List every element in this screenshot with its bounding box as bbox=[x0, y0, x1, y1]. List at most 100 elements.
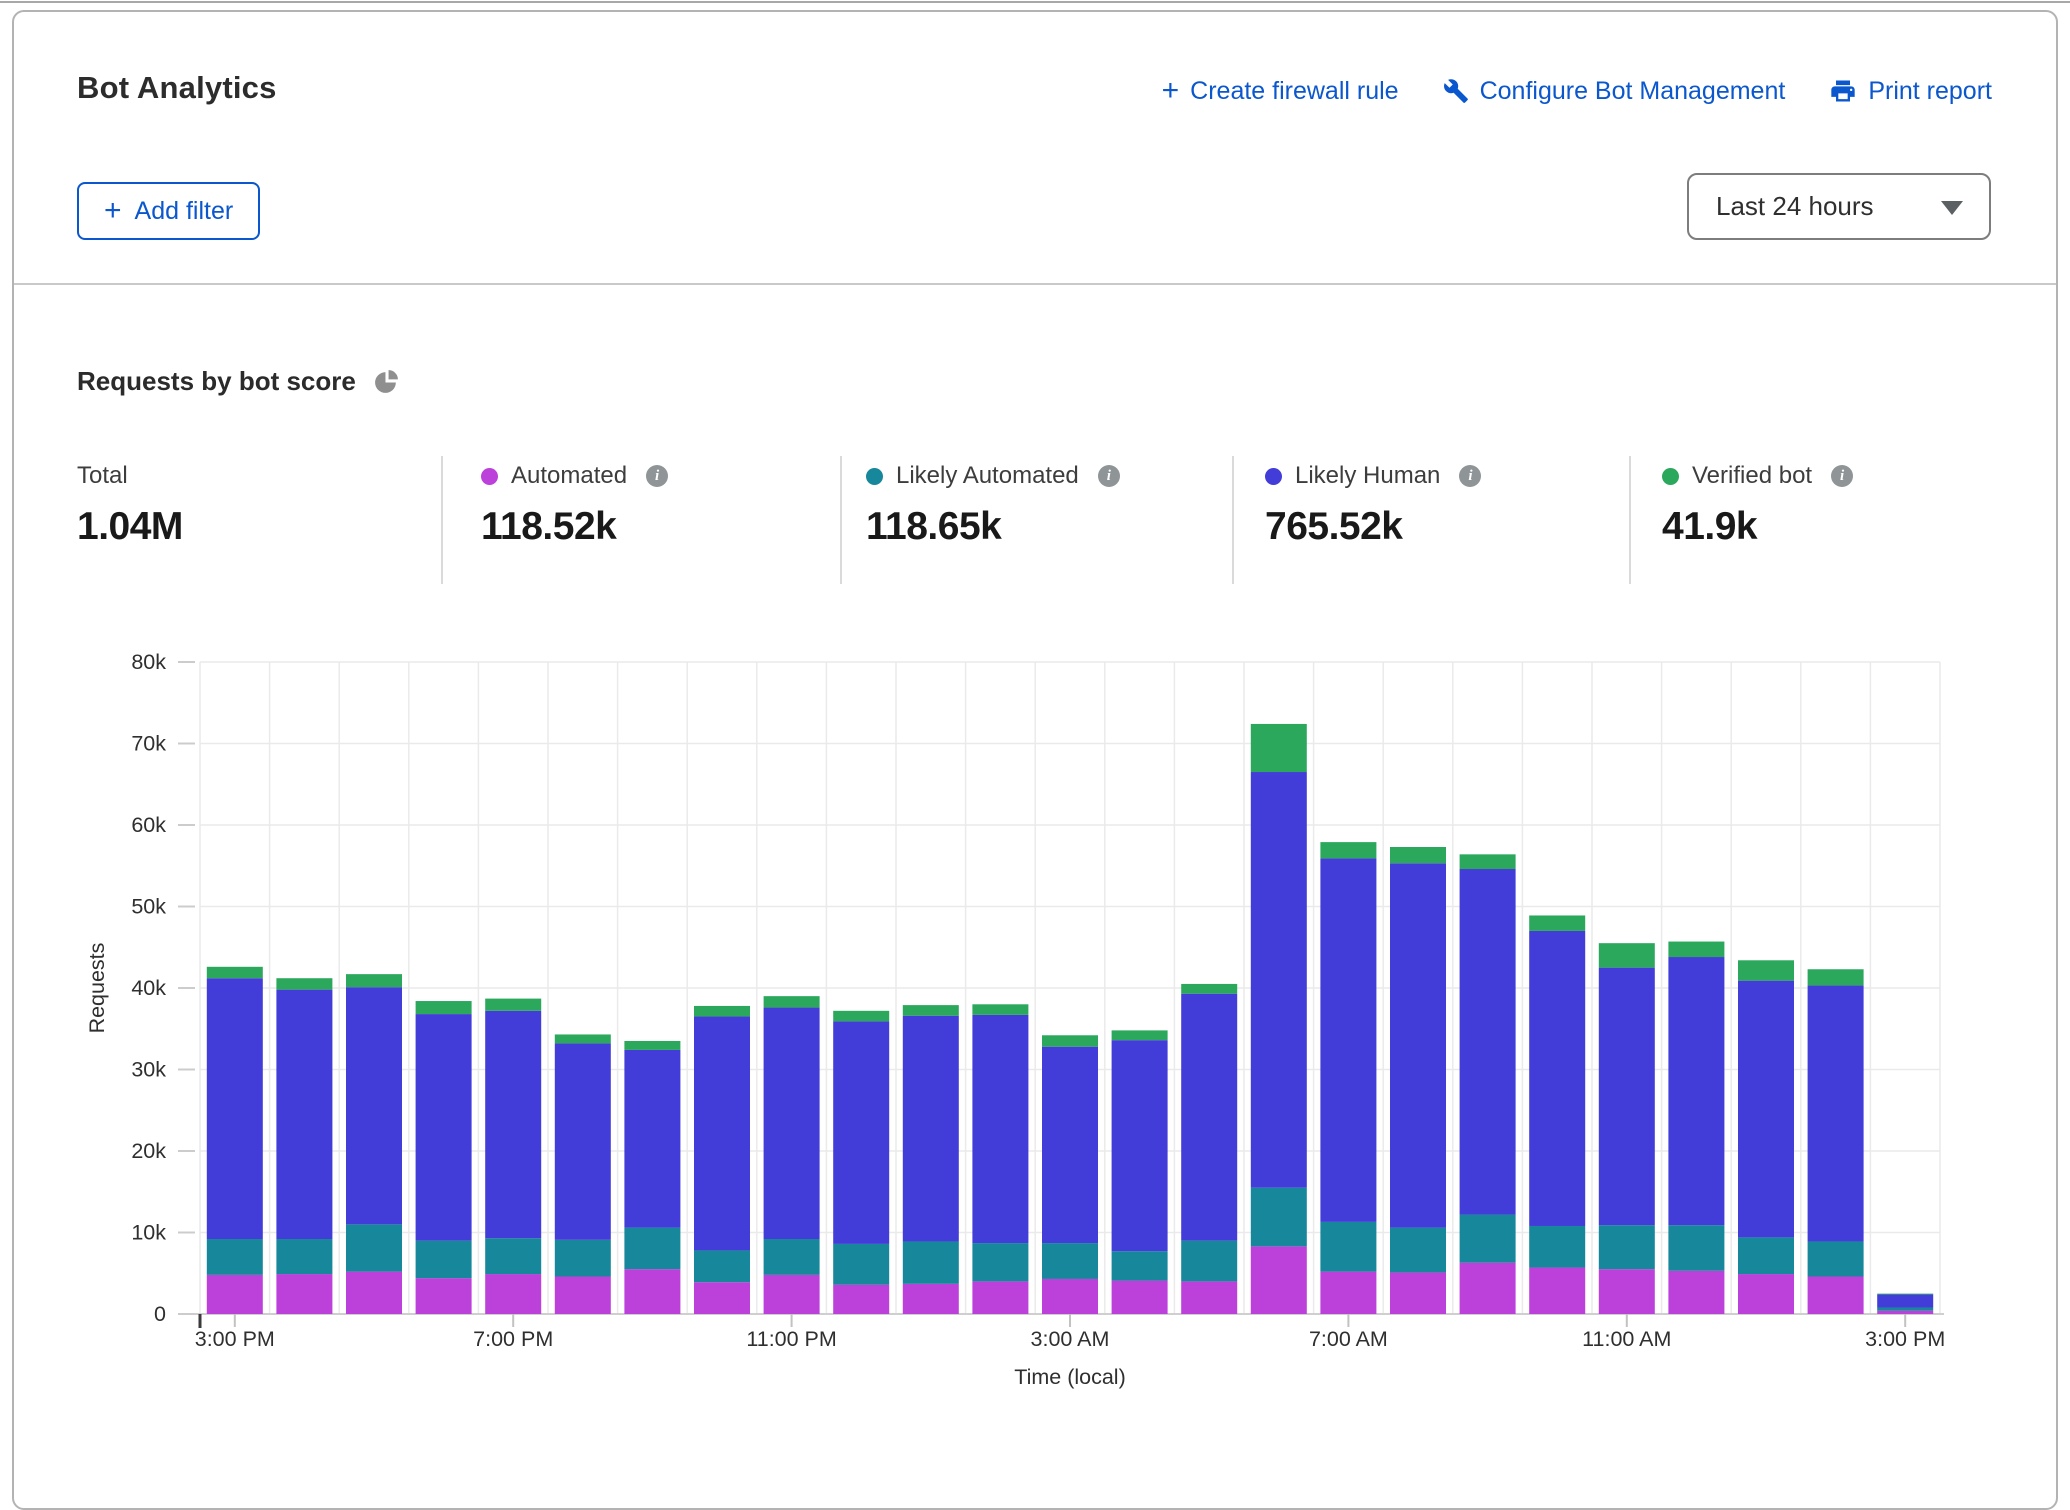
plus-icon bbox=[1162, 76, 1180, 106]
bar-segment bbox=[1877, 1311, 1933, 1314]
bar-segment bbox=[972, 1243, 1028, 1281]
bar-segment bbox=[346, 987, 402, 1224]
bar-segment bbox=[1042, 1035, 1098, 1046]
verified-bot-legend-dot bbox=[1662, 468, 1679, 485]
bar-segment bbox=[624, 1269, 680, 1314]
bar-segment bbox=[1460, 1215, 1516, 1263]
configure-bot-management-label: Configure Bot Management bbox=[1480, 77, 1786, 106]
stat-automated-value: 118.52k bbox=[481, 505, 668, 549]
bar-segment bbox=[1042, 1047, 1098, 1243]
bar-segment bbox=[1390, 863, 1446, 1227]
bar-segment bbox=[972, 1004, 1028, 1015]
bar-segment bbox=[764, 1008, 820, 1239]
bar-segment bbox=[764, 1239, 820, 1275]
bar-segment bbox=[276, 1239, 332, 1274]
section-title: Requests by bot score bbox=[77, 366, 400, 397]
automated-legend-dot bbox=[481, 468, 498, 485]
bar-segment bbox=[485, 1011, 541, 1238]
bar-segment bbox=[1808, 1277, 1864, 1314]
bar-segment bbox=[1112, 1251, 1168, 1280]
bar-segment bbox=[485, 1238, 541, 1274]
bar-segment bbox=[833, 1021, 889, 1243]
print-report-label: Print report bbox=[1868, 77, 1992, 106]
stat-total-value: 1.04M bbox=[77, 505, 183, 549]
bar-segment bbox=[764, 996, 820, 1007]
bar-segment bbox=[833, 1011, 889, 1022]
time-range-dropdown[interactable]: Last 24 hours bbox=[1687, 173, 1991, 240]
bar-segment bbox=[1112, 1281, 1168, 1314]
stat-verified-bot: Verified bot 41.9k bbox=[1662, 462, 1853, 549]
info-icon[interactable] bbox=[646, 465, 668, 487]
bar-segment bbox=[555, 1043, 611, 1239]
bar-segment bbox=[764, 1275, 820, 1314]
configure-bot-management-link[interactable]: Configure Bot Management bbox=[1443, 77, 1786, 106]
create-firewall-rule-link[interactable]: Create firewall rule bbox=[1162, 76, 1399, 106]
requests-by-bot-score-chart[interactable]: 010k20k30k40k50k60k70k80k3:00 PM7:00 PM1… bbox=[0, 620, 2070, 1394]
bar-segment bbox=[1251, 1188, 1307, 1247]
bar-segment bbox=[1320, 842, 1376, 858]
plus-icon bbox=[104, 196, 122, 226]
stat-total: Total 1.04M bbox=[77, 462, 183, 549]
header-actions: Create firewall rule Configure Bot Manag… bbox=[1162, 76, 1992, 106]
bar-segment bbox=[1738, 981, 1794, 1238]
stat-likely-automated: Likely Automated 118.65k bbox=[866, 462, 1120, 549]
bar-segment bbox=[1738, 1237, 1794, 1274]
svg-text:7:00 PM: 7:00 PM bbox=[473, 1327, 553, 1351]
add-filter-label: Add filter bbox=[135, 197, 234, 226]
svg-text:40k: 40k bbox=[131, 976, 166, 1000]
print-report-link[interactable]: Print report bbox=[1829, 77, 1992, 106]
bar-segment bbox=[1251, 772, 1307, 1188]
svg-text:10k: 10k bbox=[131, 1221, 166, 1245]
bar-segment bbox=[903, 1016, 959, 1242]
add-filter-button[interactable]: Add filter bbox=[77, 182, 260, 240]
bar-segment bbox=[1668, 957, 1724, 1225]
bar-segment bbox=[1181, 1241, 1237, 1282]
bar-segment bbox=[1529, 1268, 1585, 1314]
bar-segment bbox=[694, 1006, 750, 1017]
likely-automated-legend-dot bbox=[866, 468, 883, 485]
bar-segment bbox=[972, 1281, 1028, 1314]
bar-segment bbox=[972, 1015, 1028, 1243]
bar-segment bbox=[624, 1041, 680, 1050]
bar-segment bbox=[207, 978, 263, 1239]
bar-segment bbox=[555, 1034, 611, 1043]
bar-segment bbox=[1529, 915, 1585, 930]
window-top-edge bbox=[0, 1, 2070, 3]
bar-segment bbox=[207, 1239, 263, 1275]
bar-segment bbox=[1390, 1228, 1446, 1273]
bar-segment bbox=[1808, 986, 1864, 1242]
bar-segment bbox=[1320, 1222, 1376, 1272]
bar-segment bbox=[1599, 1225, 1655, 1269]
stat-likely-automated-label: Likely Automated bbox=[896, 462, 1079, 490]
stat-divider bbox=[840, 456, 842, 584]
create-firewall-rule-label: Create firewall rule bbox=[1190, 77, 1398, 106]
info-icon[interactable] bbox=[1459, 465, 1481, 487]
bar-segment bbox=[1877, 1307, 1933, 1310]
svg-text:0: 0 bbox=[154, 1302, 166, 1326]
bar-segment bbox=[1808, 969, 1864, 985]
svg-text:11:00 AM: 11:00 AM bbox=[1582, 1327, 1671, 1351]
likely-human-legend-dot bbox=[1265, 468, 1282, 485]
bar-segment bbox=[555, 1277, 611, 1314]
svg-text:20k: 20k bbox=[131, 1139, 166, 1163]
bar-segment bbox=[1042, 1279, 1098, 1314]
bar-segment bbox=[1460, 869, 1516, 1215]
bar-segment bbox=[624, 1050, 680, 1228]
bar-segment bbox=[1251, 1246, 1307, 1314]
svg-text:70k: 70k bbox=[131, 732, 166, 756]
info-icon[interactable] bbox=[1831, 465, 1853, 487]
bar-segment bbox=[207, 1275, 263, 1314]
svg-text:50k: 50k bbox=[131, 895, 166, 919]
bar-segment bbox=[485, 1274, 541, 1314]
bar-segment bbox=[346, 1224, 402, 1271]
info-icon[interactable] bbox=[1098, 465, 1120, 487]
wrench-icon bbox=[1443, 78, 1469, 104]
bar-segment bbox=[276, 1274, 332, 1314]
bar-segment bbox=[346, 974, 402, 987]
bar-segment bbox=[1042, 1243, 1098, 1279]
svg-text:30k: 30k bbox=[131, 1058, 166, 1082]
bot-analytics-page: { "header": { "title": "Bot Analytics", … bbox=[0, 0, 2070, 1394]
section-title-text: Requests by bot score bbox=[77, 366, 356, 397]
svg-text:7:00 AM: 7:00 AM bbox=[1309, 1327, 1388, 1351]
bar-segment bbox=[1668, 942, 1724, 957]
